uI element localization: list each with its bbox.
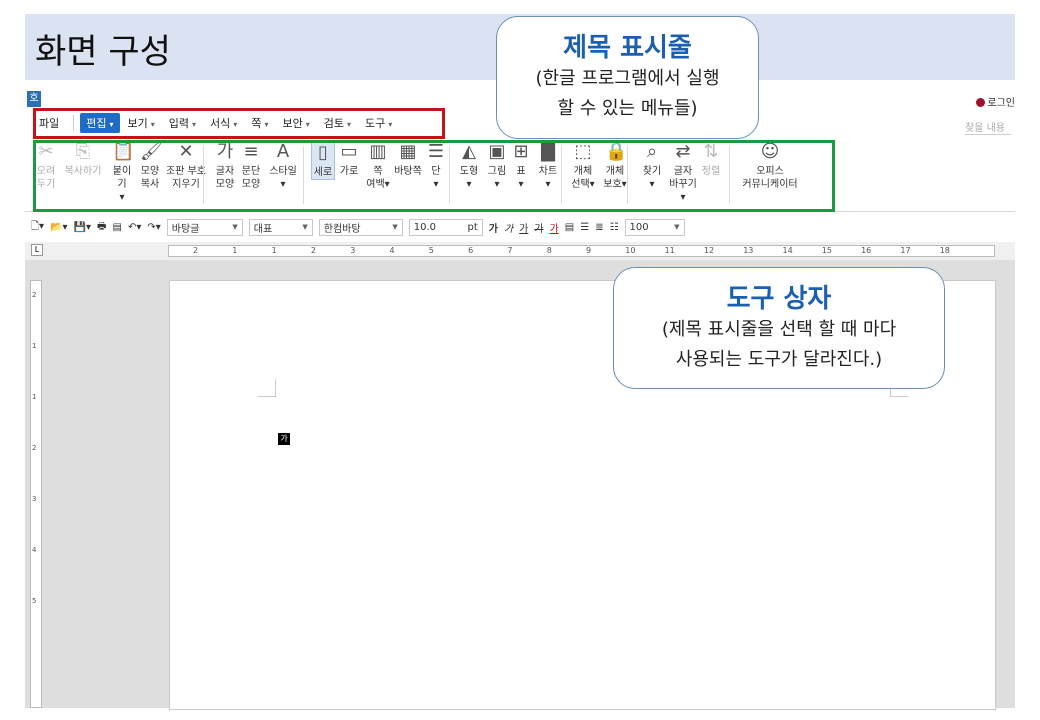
chevron-down-icon: ▼ <box>232 223 238 231</box>
font-size-unit: pt <box>467 221 478 233</box>
font-color-button[interactable]: 가 <box>550 220 559 235</box>
ruler-tick-label: 14 <box>782 246 793 255</box>
underline-button[interactable]: 가 <box>519 220 528 235</box>
ruler-tick-label: 2 <box>310 246 316 255</box>
ruler-tick-label: 13 <box>743 246 754 255</box>
vertical-ruler[interactable]: 2 1 1 2 3 4 5 <box>30 280 42 708</box>
ruler-tick-label: 2 <box>32 444 37 452</box>
font-size-value: 10.0 <box>413 221 437 233</box>
ruler-tick-label: 15 <box>821 246 832 255</box>
preview-icon[interactable]: ▤ <box>112 222 121 233</box>
ruler-tick-label: 5 <box>32 597 37 605</box>
redo-icon[interactable]: ↷▾ <box>147 222 160 233</box>
font-size-select[interactable]: 10.0 pt <box>408 218 483 236</box>
ruler-tick-label: 1 <box>271 246 277 255</box>
format-toolbar: 🗋▾ 📂▾ 💾▾ 🖶 ▤ ↶▾ ↷▾ 바탕글 ▼ 대표 ▼ 한컴바탕 ▼ 10.0 pt… <box>25 216 1015 238</box>
open-icon[interactable]: 📂▾ <box>50 222 67 233</box>
toolbar-highlight-box <box>33 140 835 212</box>
font-select[interactable]: 한컴바탕 ▼ <box>318 218 403 236</box>
user-icon <box>976 98 986 107</box>
align-justify-icon[interactable]: ▤ <box>565 222 574 233</box>
align-left-icon[interactable]: ☰ <box>580 222 589 233</box>
ruler-tick-label: 16 <box>861 246 872 255</box>
callout-heading: 제목 표시줄 <box>563 33 692 63</box>
app-logo-icon[interactable]: 호 <box>27 91 41 107</box>
callout-line: 사용되는 도구가 달라진다.) <box>675 349 883 370</box>
ruler-tick-label: 1 <box>32 393 37 401</box>
callout-heading: 도구 상자 <box>726 284 832 314</box>
ruler-tick-label: 4 <box>389 246 395 255</box>
print-icon[interactable]: 🖶 <box>97 219 106 236</box>
crop-mark <box>258 379 276 397</box>
align-center-icon[interactable]: ≣ <box>595 222 603 233</box>
align-right-icon[interactable]: ☷ <box>610 222 619 233</box>
ruler-tick-label: 12 <box>703 246 715 255</box>
ruler-tick-label: 8 <box>546 246 552 255</box>
chevron-down-icon: ▼ <box>392 223 398 231</box>
chevron-down-icon: ▼ <box>674 223 680 231</box>
italic-button[interactable]: 가 <box>504 220 513 235</box>
ruler-tick-label: 6 <box>468 246 474 255</box>
zoom-select[interactable]: 100 ▼ <box>624 218 685 236</box>
new-doc-icon[interactable]: 🗋▾ <box>31 219 44 236</box>
ruler-tick-label: 10 <box>625 246 636 255</box>
language-value: 대표 <box>253 223 273 235</box>
ruler-tick-label: 11 <box>664 246 675 255</box>
callout-line: (한글 프로그램에서 실행 <box>535 68 720 89</box>
ruler-tick-label: 4 <box>32 546 37 554</box>
horizontal-ruler[interactable]: 2 1 1 2 3 4 5 6 7 8 9 10 11 12 13 14 15 16 17 18 <box>168 245 995 257</box>
ruler-tick-label: 3 <box>350 246 356 255</box>
style-select[interactable]: 바탕글 ▼ <box>166 218 243 236</box>
ruler-tick-label: 2 <box>193 246 199 255</box>
font-value: 한컴바탕 <box>323 223 361 235</box>
chevron-down-icon: ▼ <box>302 223 308 231</box>
ruler-tick-label: 2 <box>32 291 37 299</box>
undo-icon[interactable]: ↶▾ <box>128 222 141 233</box>
callout-line: (제목 표시줄을 선택 할 때 마다 <box>661 319 897 340</box>
ruler-tick-label: 18 <box>939 246 950 255</box>
find-input[interactable]: 찾을 내용 <box>965 119 1011 135</box>
ruler-tick-label: 7 <box>507 246 513 255</box>
ruler-row: L 2 1 1 2 3 4 5 6 7 8 9 10 11 12 13 14 15 16 17 18 <box>25 242 1015 260</box>
ruler-tick-label: 9 <box>586 246 592 255</box>
callout-line: 할 수 있는 메뉴들) <box>557 98 698 119</box>
text-cursor-indicator: 가 <box>278 433 290 445</box>
ruler-tick-label: 17 <box>900 246 911 255</box>
callout-toolbox: 도구 상자 (제목 표시줄을 선택 할 때 마다 사용되는 도구가 달라진다.) <box>613 267 945 389</box>
strike-button[interactable]: 가 <box>534 220 543 235</box>
save-icon[interactable]: 💾▾ <box>74 222 91 233</box>
ruler-tick-label: 1 <box>232 246 238 255</box>
slide-title: 화면 구성 <box>35 32 171 72</box>
zoom-value: 100 <box>629 221 649 233</box>
ruler-tick-label: 3 <box>32 495 37 503</box>
ruler-tick-label: 1 <box>32 342 37 350</box>
tab-type-icon[interactable]: L <box>31 244 43 256</box>
login-link[interactable]: 로그인 <box>976 94 1015 109</box>
bold-button[interactable]: 가 <box>489 220 498 235</box>
ruler-tick-label: 5 <box>428 246 434 255</box>
menu-highlight-box <box>33 108 445 139</box>
style-value: 바탕글 <box>171 223 200 235</box>
language-select[interactable]: 대표 ▼ <box>248 218 313 236</box>
login-label: 로그인 <box>987 98 1015 109</box>
callout-title-bar: 제목 표시줄 (한글 프로그램에서 실행 할 수 있는 메뉴들) <box>496 16 759 139</box>
